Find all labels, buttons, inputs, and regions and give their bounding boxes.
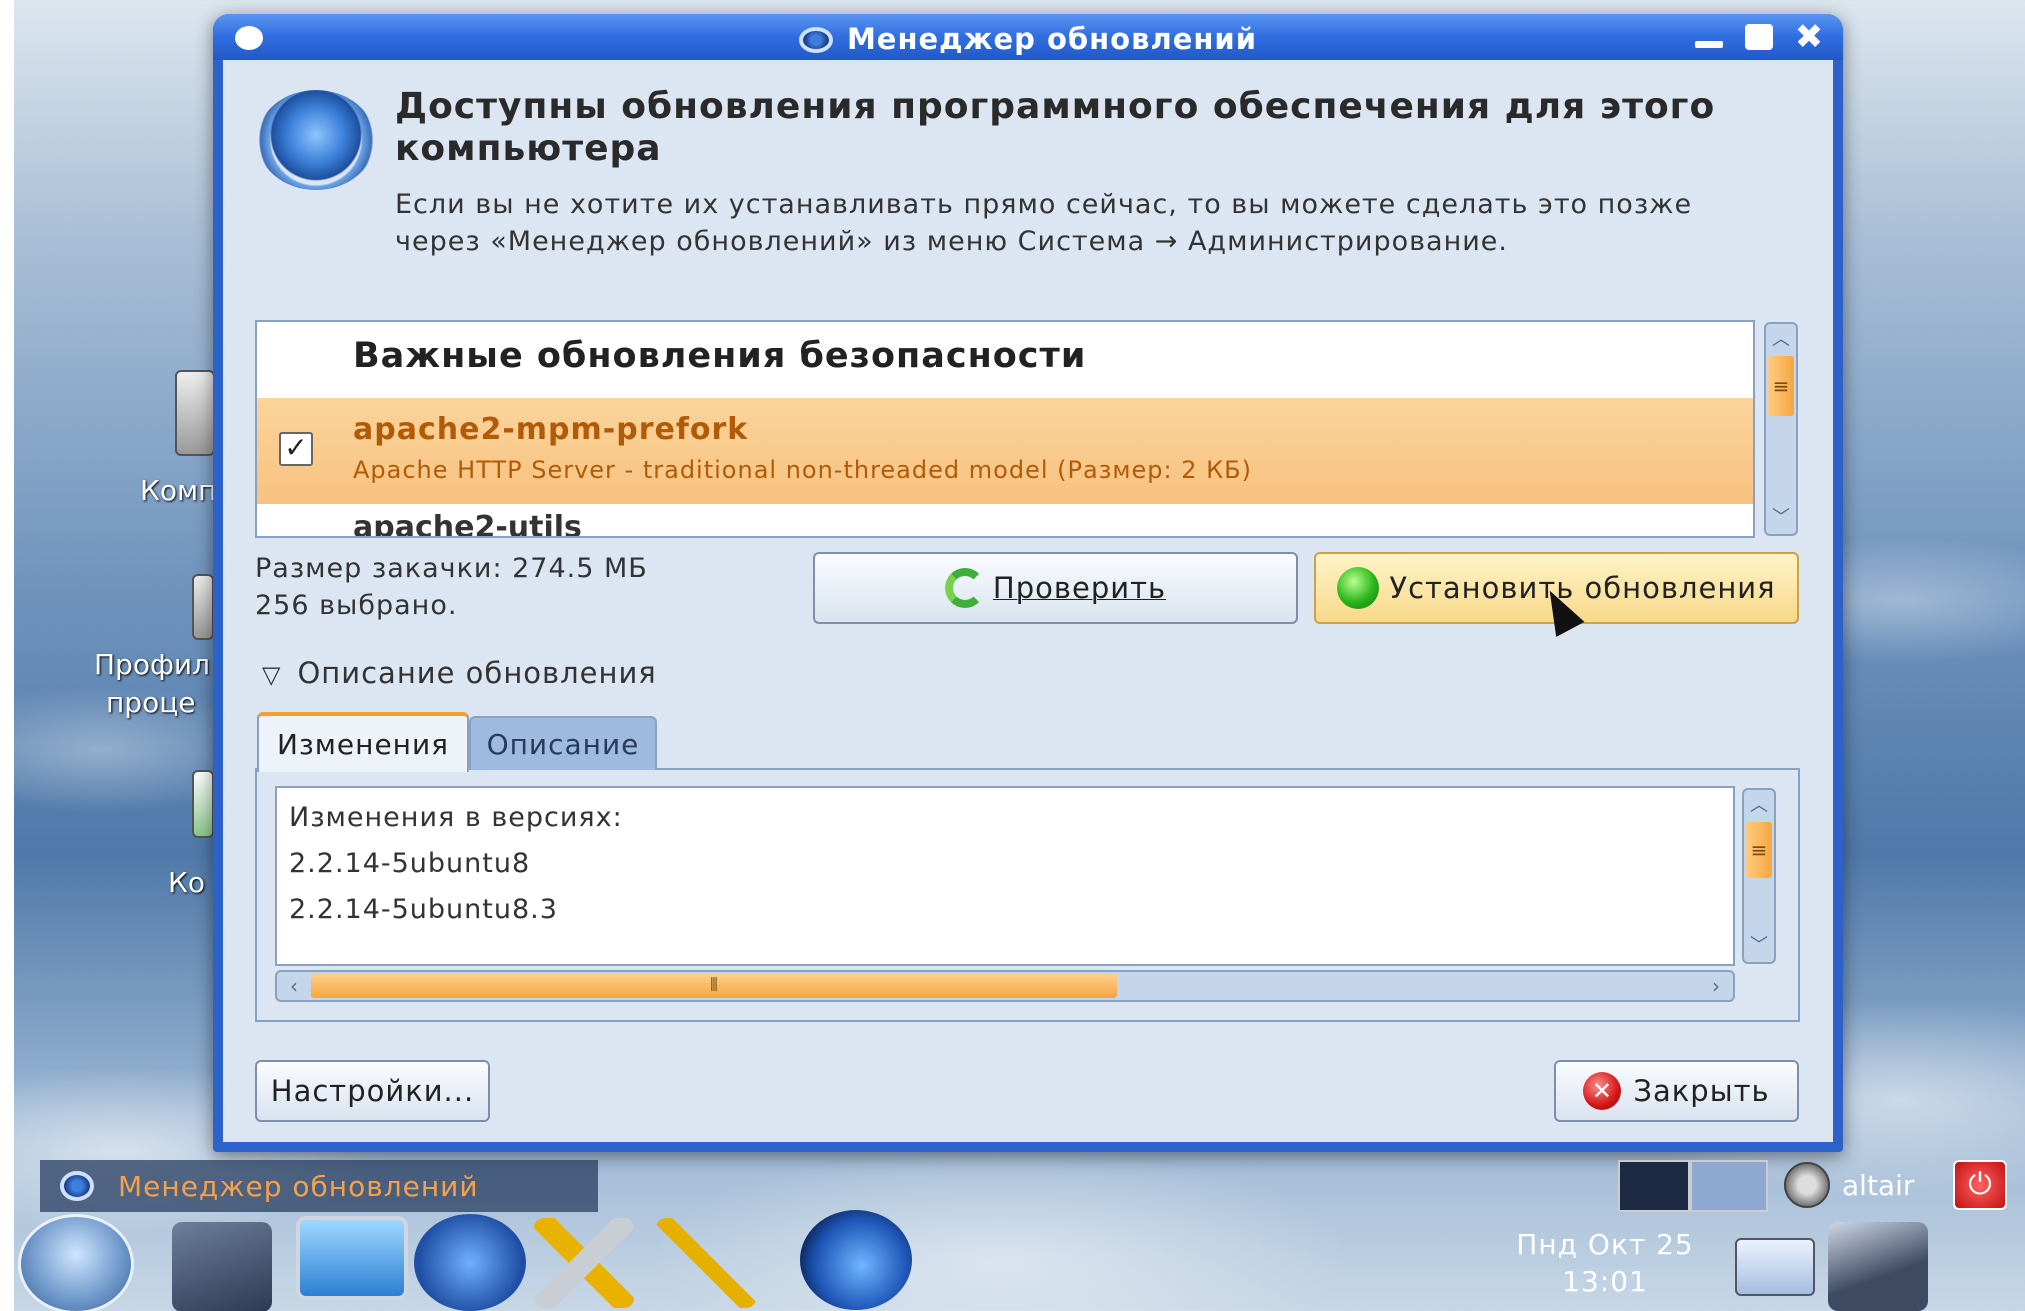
settings-tools-launcher-icon[interactable] (534, 1218, 634, 1308)
taskbar-item-label: Менеджер обновлений (118, 1169, 479, 1203)
build-tools-launcher-icon[interactable] (656, 1218, 756, 1308)
update-manager-icon (798, 27, 833, 53)
scrollbar-thumb[interactable]: ≡ (1768, 356, 1794, 416)
scroll-left-icon[interactable]: ‹ (279, 972, 309, 1000)
scrollbar-thumb[interactable]: ≡ (1746, 822, 1772, 878)
power-button[interactable]: ⏻ (1953, 1160, 2007, 1210)
system-tools-launcher-icon[interactable] (172, 1222, 272, 1311)
window-title-text: Менеджер обновлений (846, 22, 1258, 56)
user-menu[interactable]: altair (1784, 1162, 1914, 1208)
close-icon: ✕ (1583, 1072, 1622, 1110)
scroll-down-icon[interactable]: ﹀ (1766, 504, 1796, 532)
changes-line-version-1: 2.2.14-5ubuntu8 (289, 848, 531, 879)
desktop-icon-label-profiler-2[interactable]: проце (106, 686, 196, 719)
monitor-launcher-icon[interactable] (296, 1216, 408, 1300)
clock-time: 13:01 (1562, 1265, 1648, 1298)
selected-count: 256 выбрано. (255, 590, 458, 621)
check-button[interactable]: Проверить (813, 552, 1298, 624)
workspace-1[interactable] (1618, 1160, 1690, 1212)
download-summary: Размер закачки: 274.5 МБ 256 выбрано. (255, 550, 648, 624)
update-name-next[interactable]: apache2-utils (353, 510, 582, 536)
update-manager-icon (60, 1171, 94, 1201)
scroll-down-icon[interactable]: ﹀ (1744, 932, 1774, 960)
network-tray-icon[interactable] (1735, 1238, 1815, 1296)
expander-arrow-icon: ▽ (262, 661, 282, 689)
download-size: Размер закачки: 274.5 МБ (255, 553, 648, 584)
window-titlebar[interactable]: Менеджер обновлений ✖ (213, 14, 1843, 60)
expander-label: Описание обновления (297, 656, 657, 690)
changes-vertical-scrollbar[interactable]: ︿ ≡ ﹀ (1742, 788, 1776, 964)
update-checkbox[interactable]: ✓ (279, 432, 313, 466)
update-description: Apache HTTP Server - traditional non-thr… (353, 456, 1253, 484)
close-button[interactable]: ✕ Закрыть (1554, 1060, 1799, 1122)
updates-list-scrollbar[interactable]: ︿ ≡ ﹀ (1764, 322, 1798, 536)
changes-horizontal-scrollbar[interactable]: ‹ ⦀ › (275, 970, 1735, 1002)
user-icon (1784, 1162, 1830, 1208)
package-tray-icon[interactable] (1828, 1222, 1928, 1311)
install-button-label: Установить обновления (1389, 571, 1776, 605)
page-subtitle: Если вы не хотите их устанавливать прямо… (395, 189, 1693, 257)
desktop-icon-label-trash[interactable]: Ко (168, 866, 205, 899)
scroll-up-icon[interactable]: ︿ (1766, 326, 1796, 354)
tab-description[interactable]: Описание (469, 716, 657, 770)
screen-edge (0, 0, 14, 1311)
scroll-up-icon[interactable]: ︿ (1744, 792, 1774, 820)
refresh-icon (944, 568, 985, 608)
close-button-label: Закрыть (1633, 1074, 1770, 1108)
changes-line-header: Изменения в версиях: (289, 802, 623, 833)
window-title: Менеджер обновлений (213, 22, 1843, 56)
minimize-button[interactable] (1693, 24, 1725, 50)
check-button-label: Проверить (992, 571, 1167, 605)
maximize-button[interactable] (1743, 24, 1775, 50)
section-heading-security: Важные обновления безопасности (353, 336, 1087, 376)
computer-desktop-icon[interactable] (175, 370, 215, 456)
workspace-switcher[interactable] (1618, 1160, 1768, 1212)
clock[interactable]: Пнд Окт 25 13:01 (1505, 1226, 1705, 1300)
scrollbar-thumb[interactable]: ⦀ (311, 974, 1117, 998)
desktop-icon-label-computer[interactable]: Комп (140, 474, 216, 507)
browser-launcher-icon[interactable] (800, 1210, 912, 1310)
window-close-button[interactable]: ✖ (1793, 20, 1825, 54)
updates-list[interactable]: Важные обновления безопасности ✓ apache2… (255, 320, 1755, 538)
changes-textview[interactable]: Изменения в версиях: 2.2.14-5ubuntu8 2.2… (275, 786, 1735, 966)
update-name: apache2-mpm-prefork (353, 412, 749, 447)
update-globe-icon (257, 90, 375, 190)
changes-line-version-2: 2.2.14-5ubuntu8.3 (289, 894, 558, 925)
page-title: Доступны обновления программного обеспеч… (395, 86, 1716, 169)
install-icon (1337, 567, 1380, 609)
settings-button[interactable]: Настройки... (255, 1060, 490, 1122)
trash-desktop-icon[interactable] (192, 770, 214, 838)
clock-date: Пнд Окт 25 (1516, 1228, 1694, 1261)
profiler-desktop-icon[interactable] (192, 574, 214, 640)
taskbar-item-update-manager[interactable]: Менеджер обновлений (40, 1160, 598, 1212)
scroll-right-icon[interactable]: › (1701, 972, 1731, 1000)
main-menu-launcher[interactable] (18, 1214, 134, 1311)
update-description-expander[interactable]: ▽ Описание обновления (262, 656, 657, 690)
workspace-2[interactable] (1690, 1160, 1768, 1212)
user-name: altair (1842, 1168, 1915, 1202)
tab-changes[interactable]: Изменения (257, 712, 469, 772)
desktop-icon-label-profiler-1[interactable]: Профил (94, 648, 210, 681)
list-item[interactable]: ✓ apache2-mpm-prefork Apache HTTP Server… (257, 398, 1753, 504)
web-tools-launcher-icon[interactable] (414, 1214, 526, 1311)
